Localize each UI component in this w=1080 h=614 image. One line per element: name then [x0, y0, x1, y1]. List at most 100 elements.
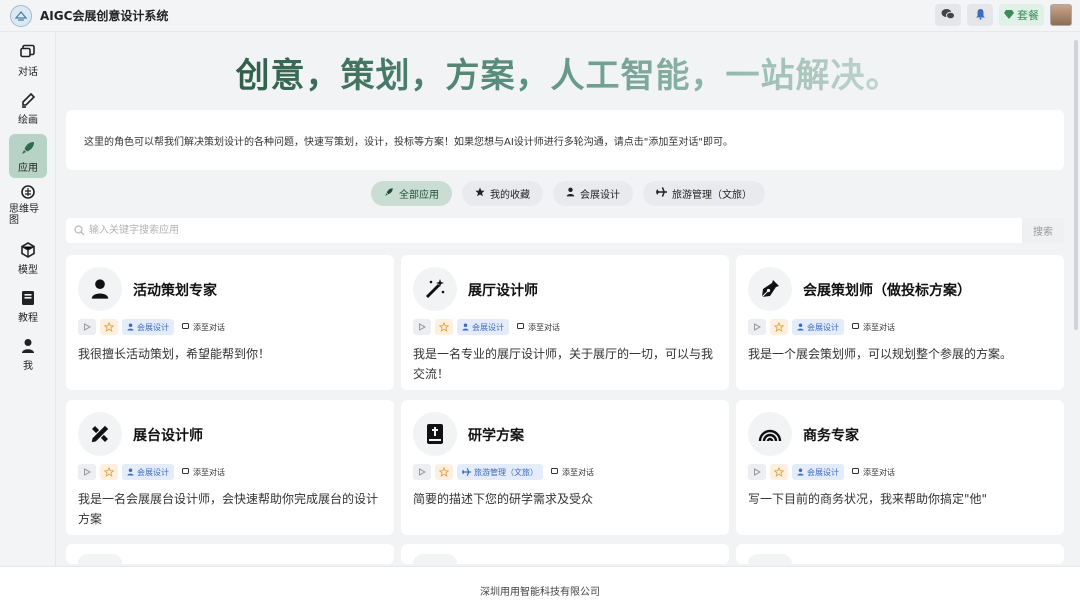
category-badge: 会展设计 [122, 464, 174, 480]
scrollbar[interactable] [1074, 40, 1078, 330]
top-bar: AIGC会展创意设计系统 套餐 [0, 0, 1080, 32]
add-to-chat-button[interactable]: 添至对话 [513, 319, 564, 335]
brush-icon [19, 91, 37, 109]
favorite-button[interactable] [435, 464, 453, 480]
play-button[interactable] [78, 319, 96, 335]
category-label: 会展设计 [137, 467, 169, 477]
sidebar-item-draw[interactable]: 绘画 [9, 86, 47, 130]
tab-exhibition-design[interactable]: 会展设计 [553, 181, 633, 206]
tab-label: 全部应用 [399, 190, 439, 201]
card-icon-placeholder [413, 554, 457, 564]
category-label: 会展设计 [472, 322, 504, 332]
category-label: 会展设计 [807, 322, 839, 332]
rocket-icon [384, 187, 394, 200]
sidebar: 对话 绘画 应用 思维导图 模型 教程 我 [0, 32, 56, 568]
category-label: 旅游管理（文旅） [474, 467, 538, 477]
app-card[interactable]: 展台设计师 会展设计 添至对话 我是一名会展展台设计师，会快速帮助你完成展台的设… [66, 400, 394, 535]
card-description: 我是一名专业的展厅设计师，关于展厅的一切，可以与我交流！ [413, 347, 714, 381]
rainbow-icon [748, 412, 792, 456]
tab-tourism[interactable]: 旅游管理（文旅） [643, 181, 765, 206]
sidebar-item-label: 模型 [18, 264, 38, 276]
favorite-button[interactable] [770, 464, 788, 480]
user-avatar[interactable] [1050, 4, 1072, 26]
user-icon [566, 187, 575, 200]
add-to-chat-button[interactable]: 添至对话 [178, 319, 229, 335]
wechat-icon [941, 8, 955, 23]
star-icon [475, 187, 485, 200]
sidebar-item-model[interactable]: 模型 [9, 236, 47, 280]
favorite-button[interactable] [435, 319, 453, 335]
card-icon-placeholder [78, 554, 122, 564]
sidebar-item-chat[interactable]: 对话 [9, 38, 47, 82]
category-badge: 会展设计 [122, 319, 174, 335]
cube-icon [19, 241, 37, 259]
card-description: 我是一个展会策划师，可以规划整个参展的方案。 [748, 347, 1013, 361]
play-button[interactable] [748, 319, 766, 335]
user-icon [19, 337, 37, 355]
tab-all-apps[interactable]: 全部应用 [371, 181, 452, 206]
card-title: 研学方案 [468, 428, 524, 444]
favorite-button[interactable] [100, 319, 118, 335]
tab-label: 我的收藏 [490, 190, 530, 201]
add-to-chat-label: 添至对话 [863, 322, 895, 332]
package-label: 套餐 [1017, 9, 1039, 22]
favorite-button[interactable] [770, 319, 788, 335]
pencil-ruler-icon [78, 412, 122, 456]
play-button[interactable] [413, 319, 431, 335]
sidebar-item-label: 思维导图 [9, 204, 39, 226]
hero: 创意，策划，方案，人工智能，一站解决。 [56, 32, 1080, 112]
category-tabs: 全部应用 我的收藏 会展设计 旅游管理（文旅） [0, 181, 1080, 206]
add-to-chat-button[interactable]: 添至对话 [848, 319, 899, 335]
app-card[interactable]: 研学方案 旅游管理（文旅） 添至对话 简要的描述下您的研学需求及受众 [401, 400, 729, 535]
bell-icon [975, 8, 986, 23]
tab-label: 旅游管理（文旅） [672, 190, 752, 201]
app-card[interactable]: 展厅设计师 会展设计 添至对话 我是一名专业的展厅设计师，关于展厅的一切，可以与… [401, 255, 729, 390]
search-input[interactable] [89, 218, 1022, 243]
add-to-chat-button[interactable]: 添至对话 [848, 464, 899, 480]
play-button[interactable] [413, 464, 431, 480]
add-to-chat-label: 添至对话 [528, 322, 560, 332]
app-card-partial[interactable] [66, 544, 394, 564]
tab-label: 会展设计 [580, 190, 620, 201]
sidebar-item-label: 我 [23, 360, 33, 372]
magic-wand-icon [413, 267, 457, 311]
notification-button[interactable] [967, 4, 993, 26]
search-bar: 搜索 [66, 218, 1064, 243]
wechat-button[interactable] [935, 4, 961, 26]
plane-icon [656, 187, 667, 200]
pen-nib-icon [748, 267, 792, 311]
app-card[interactable]: 商务专家 会展设计 添至对话 写一下目前的商务状况，我来帮助你搞定"他" [736, 400, 1064, 535]
play-button[interactable] [78, 464, 96, 480]
add-to-chat-button[interactable]: 添至对话 [178, 464, 229, 480]
category-label: 会展设计 [807, 467, 839, 477]
package-button[interactable]: 套餐 [999, 4, 1044, 26]
card-description: 我很擅长活动策划，希望能帮到你！ [78, 347, 271, 361]
favorite-button[interactable] [100, 464, 118, 480]
card-title: 商务专家 [803, 428, 859, 444]
add-to-chat-label: 添至对话 [193, 467, 225, 477]
category-badge: 会展设计 [792, 464, 844, 480]
card-icon-placeholder [748, 554, 792, 564]
sidebar-item-apps[interactable]: 应用 [9, 134, 47, 178]
sidebar-item-label: 绘画 [18, 114, 38, 126]
app-card[interactable]: 活动策划专家 会展设计 添至对话 我很擅长活动策划，希望能帮到你！ [66, 255, 394, 390]
search-button[interactable]: 搜索 [1022, 218, 1064, 243]
play-button[interactable] [748, 464, 766, 480]
sidebar-item-me[interactable]: 我 [9, 332, 47, 376]
tab-favorites[interactable]: 我的收藏 [462, 181, 543, 206]
app-card-partial[interactable] [736, 544, 1064, 564]
app-card-partial[interactable] [401, 544, 729, 564]
category-label: 会展设计 [137, 322, 169, 332]
card-title: 会展策划师（做投标方案） [803, 283, 971, 299]
add-to-chat-button[interactable]: 添至对话 [547, 464, 598, 480]
sidebar-item-tutorial[interactable]: 教程 [9, 284, 47, 328]
footer: 深圳用用智能科技有限公司 [0, 566, 1080, 614]
category-badge: 旅游管理（文旅） [457, 464, 543, 480]
sidebar-item-label: 应用 [18, 162, 38, 174]
search-icon [74, 225, 85, 236]
add-to-chat-label: 添至对话 [193, 322, 225, 332]
card-title: 活动策划专家 [133, 283, 217, 299]
app-card[interactable]: 会展策划师（做投标方案） 会展设计 添至对话 我是一个展会策划师，可以规划整个参… [736, 255, 1064, 390]
diamond-icon [1004, 9, 1014, 22]
person-icon [78, 267, 122, 311]
